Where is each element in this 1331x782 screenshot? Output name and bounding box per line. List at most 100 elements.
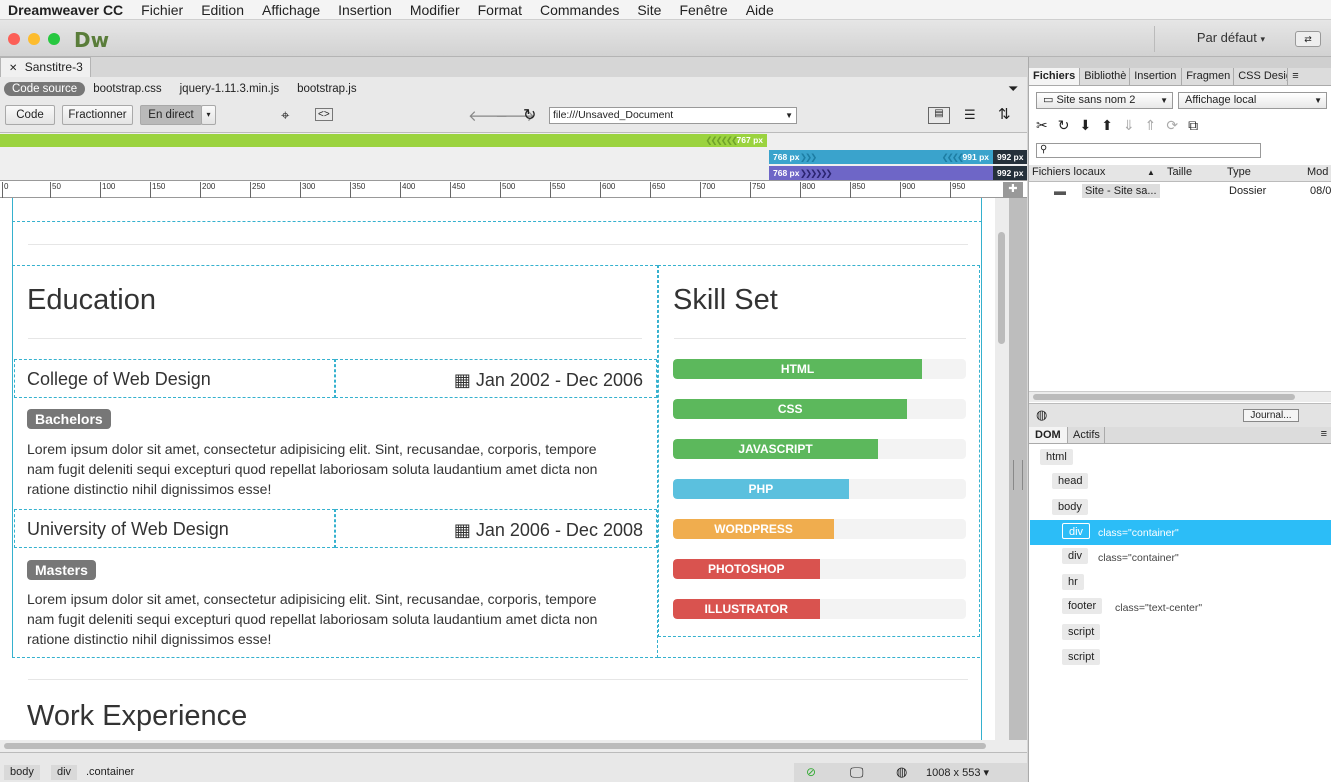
media-query-bar-min-992-2[interactable]: 992 px [993,166,1027,180]
live-view-button[interactable]: En direct [140,105,202,125]
sort-icon[interactable]: ⇅ [998,105,1011,123]
menu-affichage[interactable]: Affichage [253,2,329,18]
checkin-icon[interactable]: ⇑ [1145,117,1157,134]
media-query-bar-max-767[interactable]: ❮❮❮❮❮❮ 767 px [0,134,767,147]
workspace-switcher[interactable]: Par défaut ▾ [1197,30,1265,45]
media-query-bar-min-768[interactable]: 768 px ❯❯❯❯❯❯ [769,166,993,180]
desktop-size-icon[interactable]: 🖵 [850,764,864,781]
panel-menu-icon[interactable]: ≡ [1288,68,1302,85]
related-file-source[interactable]: Code source [4,82,86,96]
preview-globe-icon[interactable]: ◍ [896,764,907,780]
tag-selector-div[interactable]: div [51,765,78,780]
expand-icon[interactable]: ⧉ [1188,117,1198,134]
dates-1: ▦ Jan 2002 - Dec 2006 [454,370,643,391]
col-modified[interactable]: Mod [1307,166,1328,178]
dom-node-head[interactable]: head [1052,473,1089,489]
related-file-bootstrap-css[interactable]: bootstrap.css [85,82,169,96]
skill-fill-css: CSS [673,399,908,419]
related-file-bootstrap-js[interactable]: bootstrap.js [287,82,364,96]
address-bar[interactable]: file:///Unsaved_Document ▼ [549,107,797,124]
school-name-1: College of Web Design [27,369,211,389]
skill-bar-javascript: JAVASCRIPT [673,439,966,459]
related-file-jquery[interactable]: jquery-1.11.3.min.js [170,82,288,96]
mq3-start: 768 px [773,168,800,178]
put-files-icon[interactable]: ⬆ [1101,117,1113,134]
calendar-icon: ▦ [453,370,471,390]
refresh-files-icon[interactable]: ↻ [1058,117,1070,134]
tab-insertion[interactable]: Insertion [1130,68,1183,85]
col-type[interactable]: Type [1227,166,1251,178]
menu-fenetre[interactable]: Fenêtre [670,2,736,18]
menu-commandes[interactable]: Commandes [531,2,628,18]
window-size-selector[interactable]: 1008 x 553 ▾ [926,766,989,779]
tab-actifs[interactable]: Actifs [1069,427,1105,443]
dom-node-div-selected[interactable]: div [1062,523,1091,539]
menu-aide[interactable]: Aide [737,2,783,18]
menu-edition[interactable]: Edition [192,2,253,18]
dom-node-html[interactable]: html [1040,449,1073,465]
menu-format[interactable]: Format [469,2,531,18]
filter-icon[interactable]: ⏷ [1008,81,1018,97]
vertical-scroll-thumb[interactable] [998,232,1005,344]
dom-node-script[interactable]: script [1062,624,1101,640]
live-view-dropdown[interactable]: ▾ [201,105,216,125]
visual-media-queries-icon[interactable]: ▤ [928,107,950,124]
menu-fichier[interactable]: Fichier [132,2,192,18]
col-local-files[interactable]: Fichiers locaux [1032,166,1105,178]
sync-icon[interactable]: ⟳ [1166,117,1178,134]
globe-icon: ◍ [1036,407,1048,422]
get-files-icon[interactable]: ⬇ [1079,117,1091,134]
chevron-down-icon: ▾ [1260,34,1265,44]
files-hscrollbar[interactable] [1029,391,1331,402]
code-navigator-icon[interactable]: <> [315,108,333,121]
col-size[interactable]: Taille [1167,166,1192,178]
close-tab-icon[interactable]: ✕ [9,63,17,74]
files-search-input[interactable]: ⚲ [1036,143,1261,158]
close-window-button[interactable] [8,33,20,45]
connect-icon[interactable]: ✂ [1036,117,1048,134]
files-toolbar: ✂ ↻ ⬇ ⬆ ⇓ ⇑ ⟳ ⧉ [1036,117,1266,134]
dom-node-hr[interactable]: hr [1062,574,1084,590]
tag-selector-class[interactable]: .container [80,765,140,780]
live-view: Education College of Web Design ▦ Jan 20… [0,198,1009,742]
dom-node-body[interactable]: body [1052,499,1088,515]
panel-menu-icon[interactable]: ≡ [1321,428,1327,440]
skill-fill-wordpress: WORDPRESS [673,519,835,539]
tag-selector-body[interactable]: body [4,765,40,780]
page-options-icon[interactable]: ☰ [964,107,976,123]
menu-insertion[interactable]: Insertion [329,2,401,18]
code-view-button[interactable]: Code [5,105,55,125]
ruler-tick: 500 [500,182,515,198]
media-query-bar-768-991[interactable]: 768 px ❯❯❯ ❮❮❮❮ 991 px [769,150,993,164]
checkout-icon[interactable]: ⇓ [1123,117,1135,134]
site-selector[interactable]: ▭ Site sans nom 2 ▼ [1036,92,1173,109]
menu-modifier[interactable]: Modifier [401,2,469,18]
dom-node-div[interactable]: div [1062,548,1089,564]
document-tab[interactable]: ✕ Sanstitre-3 [0,57,91,77]
minimize-window-button[interactable] [28,33,40,45]
tab-fichiers[interactable]: Fichiers [1029,68,1081,85]
files-footer: ◍ Journal... [1029,403,1331,427]
view-selector[interactable]: Affichage local ▼ [1178,92,1327,109]
refresh-icon[interactable]: ↻ [523,105,536,125]
zoom-window-button[interactable] [48,33,60,45]
ruler-tick: 0 [2,182,8,198]
tab-bibliotheque[interactable]: Bibliothè [1080,68,1131,85]
sync-settings-icon[interactable]: ⇄ [1295,31,1321,47]
dom-node-footer[interactable]: footer [1062,598,1103,614]
app-menu[interactable]: Dreamweaver CC [0,2,132,18]
dom-node-script[interactable]: script [1062,649,1101,665]
file-row[interactable]: ▬ Site - Site sa... Dossier 08/0 [1030,183,1331,201]
resize-handle[interactable] [1013,460,1023,490]
tab-fragments[interactable]: Fragmen [1182,68,1235,85]
inspect-icon[interactable]: ⌖ [281,107,289,124]
menu-site[interactable]: Site [628,2,670,18]
media-query-bar-min-992[interactable]: 992 px [993,150,1027,164]
tab-dom[interactable]: DOM [1029,427,1068,443]
tab-css-designer[interactable]: CSS Desig [1234,68,1289,85]
split-view-button[interactable]: Fractionner [62,105,133,125]
horizontal-scroll-thumb[interactable] [4,743,986,749]
ruler-marker-icon[interactable]: ✚ [1003,182,1023,197]
journal-button[interactable]: Journal... [1243,409,1299,422]
skill-bar-illustrator: ILLUSTRATOR [673,599,966,619]
